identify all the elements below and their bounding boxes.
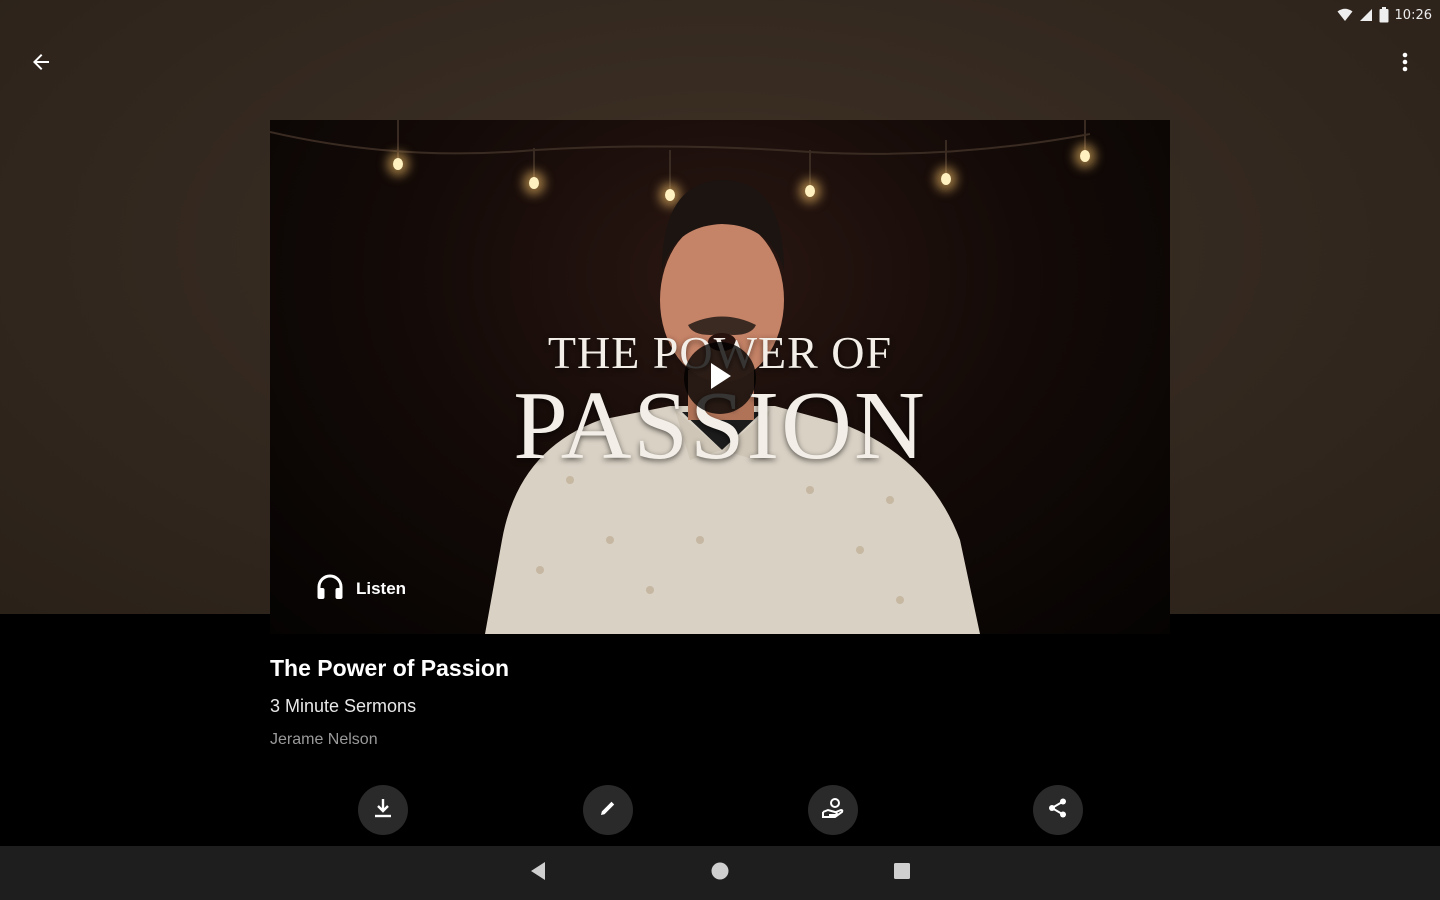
circle-home-icon [710, 861, 730, 886]
play-button[interactable] [684, 342, 756, 414]
listen-button[interactable]: Listen [316, 572, 406, 606]
battery-icon [1379, 7, 1389, 23]
wifi-icon [1337, 8, 1353, 22]
nav-recents-button[interactable] [888, 859, 916, 887]
square-recents-icon [892, 861, 912, 886]
share-button[interactable] [1033, 785, 1083, 835]
listen-label: Listen [356, 579, 407, 598]
action-bar [0, 785, 1440, 835]
give-icon [821, 797, 845, 824]
nav-back-button[interactable] [524, 859, 552, 887]
triangle-back-icon [529, 861, 547, 886]
more-options-button[interactable] [1384, 43, 1426, 85]
system-nav-bar [0, 846, 1440, 900]
download-icon [372, 797, 394, 824]
download-button[interactable] [358, 785, 408, 835]
status-bar: 10:26 [1337, 0, 1432, 30]
headphones-icon [316, 574, 344, 605]
video-player[interactable]: THE POWER OF PASSION Listen [270, 120, 1170, 634]
give-button[interactable] [808, 785, 858, 835]
sermon-series[interactable]: 3 Minute Sermons [270, 696, 509, 717]
nav-home-button[interactable] [706, 859, 734, 887]
more-vertical-icon [1402, 51, 1408, 78]
share-icon [1047, 797, 1069, 824]
pencil-icon [598, 798, 618, 823]
sermon-title: The Power of Passion [270, 655, 509, 681]
sermon-speaker[interactable]: Jerame Nelson [270, 731, 509, 749]
sermon-info: The Power of Passion 3 Minute Sermons Je… [270, 655, 509, 749]
arrow-left-icon [29, 50, 53, 79]
status-time: 10:26 [1394, 7, 1432, 23]
signal-icon [1359, 8, 1373, 22]
notes-button[interactable] [583, 785, 633, 835]
play-icon [706, 360, 734, 397]
back-button[interactable] [20, 43, 62, 85]
